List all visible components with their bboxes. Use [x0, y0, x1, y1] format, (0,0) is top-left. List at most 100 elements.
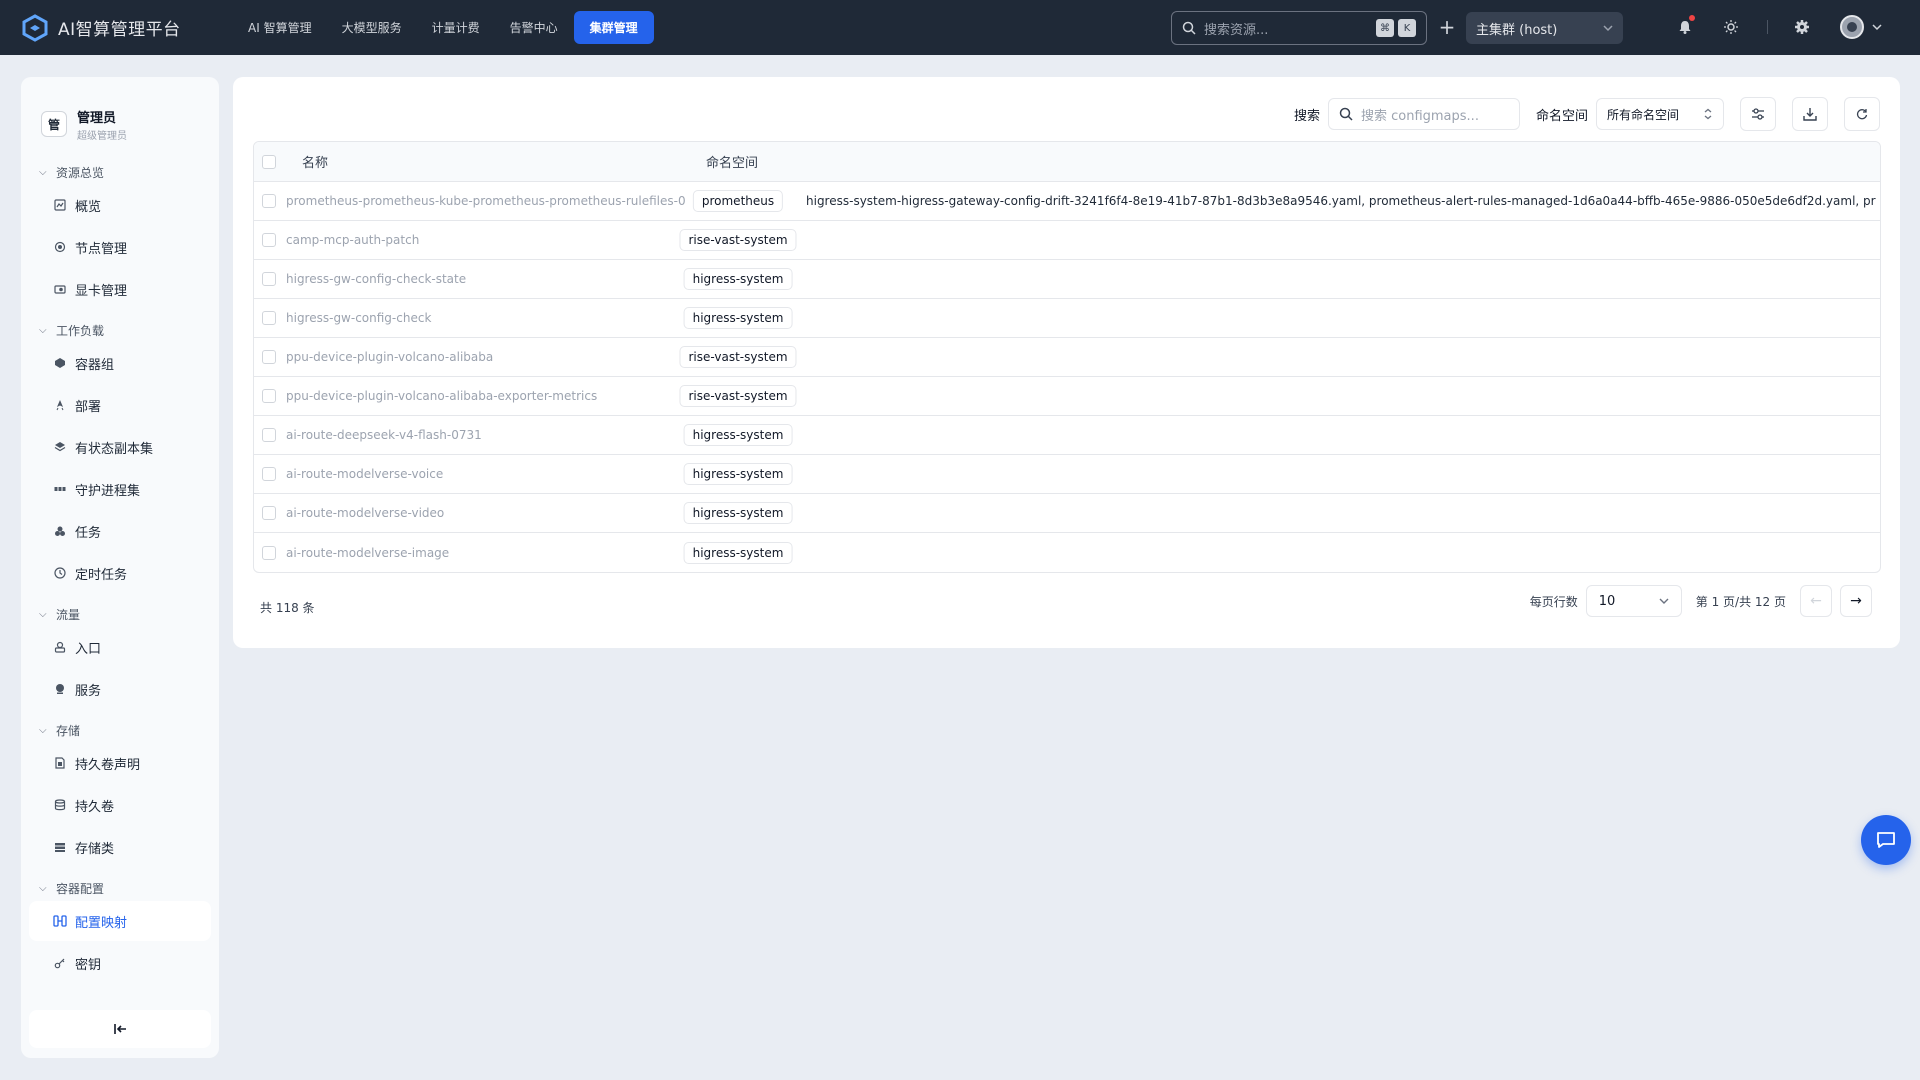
- row-checkbox[interactable]: [262, 428, 276, 442]
- sidebar-item-services[interactable]: 服务: [29, 669, 211, 709]
- row-checkbox[interactable]: [262, 506, 276, 520]
- configmap-name[interactable]: ppu-device-plugin-volcano-alibaba: [286, 350, 493, 364]
- table-row[interactable]: camp-mcp-auth-patch rise-vast-system: [254, 221, 1880, 260]
- nav-alerts[interactable]: 告警中心: [496, 11, 572, 44]
- add-icon[interactable]: +: [1436, 16, 1458, 38]
- sidebar-item-pods[interactable]: 容器组: [29, 343, 211, 383]
- database-icon: [53, 798, 67, 812]
- sidebar-item-secrets[interactable]: 密钥: [29, 943, 211, 983]
- brand[interactable]: AI智算管理平台: [20, 13, 210, 43]
- sidebar-item-label: 部署: [75, 399, 102, 415]
- row-checkbox[interactable]: [262, 545, 276, 560]
- sidebar-group-head[interactable]: ⌵ 工作负载: [21, 319, 219, 341]
- sidebar-item-jobs[interactable]: 任务: [29, 511, 211, 551]
- sidebar-item-label: 概览: [75, 199, 102, 215]
- rows-per-page-select[interactable]: 10: [1585, 585, 1682, 617]
- sun-icon[interactable]: [1721, 17, 1741, 37]
- sidebar-item-cronjobs[interactable]: 定时任务: [29, 553, 211, 593]
- sidebar-group-head[interactable]: ⌵ 存储: [21, 719, 219, 741]
- row-checkbox[interactable]: [262, 389, 276, 403]
- logo-icon: [22, 13, 48, 42]
- table-row[interactable]: ai-route-deepseek-v4-flash-0731 higress-s…: [254, 416, 1880, 455]
- table-row[interactable]: prometheus-prometheus-kube-prometheus-pr…: [254, 182, 1880, 221]
- select-all-checkbox[interactable]: [262, 154, 276, 169]
- global-search[interactable]: 搜索资源... ⌘ K: [1171, 11, 1427, 45]
- sidebar-item-statefulsets[interactable]: 有状态副本集: [29, 427, 211, 467]
- refresh-button[interactable]: [1844, 97, 1880, 131]
- namespace-badge: prometheus: [692, 190, 784, 212]
- sidebar-item-deployments[interactable]: 部署: [29, 385, 211, 425]
- chevron-down-icon: ⌵: [39, 166, 47, 178]
- configmap-name[interactable]: ai-route-modelverse-image: [286, 546, 449, 560]
- column-header-namespace[interactable]: 命名空间: [706, 152, 758, 171]
- configmap-name[interactable]: prometheus-prometheus-kube-prometheus-pr…: [286, 194, 686, 208]
- namespace-badge: rise-vast-system: [679, 385, 797, 407]
- column-header-name[interactable]: 名称: [302, 152, 328, 171]
- configmap-name[interactable]: camp-mcp-auth-patch: [286, 233, 419, 247]
- configmap-name[interactable]: higress-gw-config-check: [286, 311, 431, 325]
- sidebar-item-overview[interactable]: 概览: [29, 185, 211, 225]
- sidebar-item-label: 持久卷声明: [75, 757, 141, 773]
- configmap-name[interactable]: ai-route-modelverse-video: [286, 506, 444, 520]
- sidebar-item-label: 存储类: [75, 841, 115, 857]
- cluster-select[interactable]: 主集群 (host): [1466, 12, 1623, 44]
- sidebar-group-head[interactable]: ⌵ 资源总览: [21, 161, 219, 183]
- search-icon: [1182, 21, 1196, 35]
- configmap-name[interactable]: ai-route-deepseek-v4-flash-0731: [286, 428, 482, 442]
- sidebar-item-pv[interactable]: 持久卷: [29, 785, 211, 825]
- row-checkbox[interactable]: [262, 194, 276, 208]
- table-row[interactable]: ai-route-modelverse-voice higress-system: [254, 455, 1880, 494]
- sidebar-item-configmaps[interactable]: 配置映射: [29, 901, 211, 941]
- key-icon: [53, 956, 67, 970]
- sidebar-item-storageclass[interactable]: 存储类: [29, 827, 211, 867]
- nav-billing[interactable]: 计量计费: [418, 11, 494, 44]
- namespace-badge: higress-system: [683, 463, 793, 485]
- namespace-select[interactable]: 所有命名空间: [1596, 98, 1724, 130]
- table-row[interactable]: higress-gw-config-check-state higress-sys…: [254, 260, 1880, 299]
- next-page-button[interactable]: →: [1840, 585, 1872, 617]
- sidebar-item-pvc[interactable]: 持久卷声明: [29, 743, 211, 783]
- nav-cluster-management[interactable]: 集群管理: [573, 11, 654, 44]
- gear-icon[interactable]: [1792, 17, 1812, 37]
- sidebar-item-label: 节点管理: [75, 241, 128, 257]
- sidebar-group-head[interactable]: ⌵ 流量: [21, 603, 219, 625]
- sidebar-item-gpus[interactable]: 显卡管理: [29, 269, 211, 309]
- row-checkbox[interactable]: [262, 467, 276, 481]
- chat-button[interactable]: [1861, 815, 1911, 865]
- download-button[interactable]: [1792, 97, 1828, 131]
- bell-icon[interactable]: [1675, 15, 1695, 37]
- table-row[interactable]: higress-gw-config-check higress-system: [254, 299, 1880, 338]
- sidebar-group-head[interactable]: ⌵ 容器配置: [21, 877, 219, 899]
- table-row[interactable]: ppu-device-plugin-volcano-alibaba rise-va…: [254, 338, 1880, 377]
- row-checkbox[interactable]: [262, 233, 276, 247]
- chevron-down-icon: ⌵: [39, 724, 47, 736]
- sidebar-item-label: 服务: [75, 683, 102, 699]
- row-checkbox[interactable]: [262, 311, 276, 325]
- user-name: 管理员: [77, 110, 117, 126]
- configmap-name[interactable]: ppu-device-plugin-volcano-alibaba-export…: [286, 389, 597, 403]
- nav-llm-service[interactable]: 大模型服务: [328, 11, 416, 44]
- column-settings-button[interactable]: [1740, 97, 1776, 131]
- sidebar-item-ingress[interactable]: 入口: [29, 627, 211, 667]
- configmap-name[interactable]: ai-route-modelverse-voice: [286, 467, 443, 481]
- configmap-name[interactable]: higress-gw-config-check-state: [286, 272, 466, 286]
- sidebar-item-label: 密钥: [75, 957, 102, 973]
- configmap-search-input[interactable]: 搜索 configmaps...: [1327, 98, 1520, 130]
- prev-page-button[interactable]: ←: [1800, 585, 1832, 617]
- sidebar-item-daemonsets[interactable]: 守护进程集: [29, 469, 211, 509]
- row-checkbox[interactable]: [262, 272, 276, 286]
- table-row[interactable]: ppu-device-plugin-volcano-alibaba-export…: [254, 377, 1880, 416]
- page-info: 第 1 页/共 12 页: [1695, 594, 1786, 609]
- user-menu[interactable]: [1840, 15, 1882, 39]
- row-checkbox[interactable]: [262, 350, 276, 364]
- sidebar-item-label: 入口: [75, 641, 102, 657]
- table-row[interactable]: ai-route-modelverse-image higress-system: [254, 533, 1880, 572]
- sidebar-item-nodes[interactable]: 节点管理: [29, 227, 211, 267]
- sidebar-group-config: ⌵ 容器配置 配置映射 密钥: [21, 877, 219, 983]
- main-nav: AI 智算管理 大模型服务 计量计费 告警中心 集群管理: [234, 11, 656, 44]
- download-icon: [1803, 108, 1817, 121]
- table-row[interactable]: ai-route-modelverse-video higress-system: [254, 494, 1880, 533]
- sidebar-collapse-button[interactable]: [29, 1010, 211, 1048]
- chevron-down-icon: [1659, 598, 1669, 604]
- nav-ai-compute[interactable]: AI 智算管理: [234, 11, 326, 44]
